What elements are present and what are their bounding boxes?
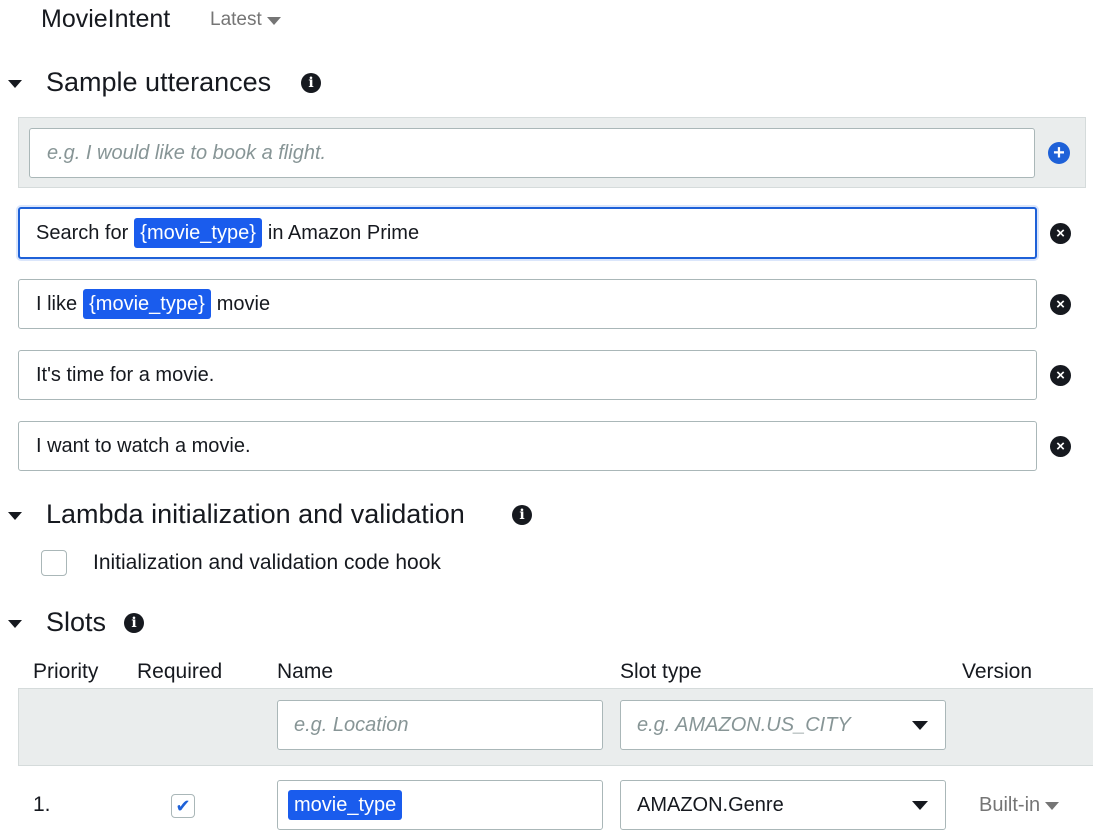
utterance-text: I like xyxy=(36,292,78,315)
collapse-slots-icon[interactable] xyxy=(8,620,22,628)
caret-down-icon xyxy=(912,801,928,810)
utterance-row[interactable]: I want to watch a movie. xyxy=(18,421,1037,471)
utterance-row[interactable]: Search for {movie_type} in Amazon Prime xyxy=(18,207,1037,259)
remove-utterance-icon[interactable]: × xyxy=(1050,365,1071,386)
utterance-text: Search for xyxy=(36,221,129,244)
slot-name-chip: movie_type xyxy=(288,790,403,820)
lambda-title: Lambda initialization and validation xyxy=(46,499,465,529)
version-label: Latest xyxy=(210,9,262,30)
version-dropdown[interactable]: Latest xyxy=(210,8,281,32)
remove-utterance-icon[interactable]: × xyxy=(1050,436,1071,457)
caret-down-icon xyxy=(912,721,928,730)
slot-name-input[interactable]: movie_type xyxy=(277,780,603,830)
slot-required-checkbox[interactable]: ✔ xyxy=(171,794,195,818)
slot-type-select[interactable]: AMAZON.Genre xyxy=(620,780,946,830)
column-header-slot-type: Slot type xyxy=(620,660,702,683)
utterance-row[interactable]: It's time for a movie. xyxy=(18,350,1037,400)
caret-down-icon xyxy=(266,16,281,25)
info-icon[interactable]: i xyxy=(512,505,532,525)
info-icon[interactable]: i xyxy=(124,613,144,633)
remove-utterance-icon[interactable]: × xyxy=(1050,223,1071,244)
intent-name: MovieIntent xyxy=(41,5,171,33)
utterance-text: I want to watch a movie. xyxy=(36,434,251,457)
column-header-required: Required xyxy=(137,660,223,683)
new-utterance-input[interactable]: e.g. I would like to book a flight. xyxy=(29,128,1035,178)
caret-down-icon xyxy=(1045,801,1060,810)
code-hook-label: Initialization and validation code hook xyxy=(93,551,441,574)
new-utterance-placeholder: e.g. I would like to book a flight. xyxy=(47,141,327,164)
slot-priority: 1. xyxy=(33,793,51,816)
code-hook-checkbox[interactable] xyxy=(41,550,67,576)
new-slot-name-placeholder: e.g. Location xyxy=(294,713,409,736)
column-header-priority: Priority xyxy=(33,660,99,683)
slot-version-dropdown[interactable]: Built-in xyxy=(979,793,1060,817)
checkmark-icon: ✔ xyxy=(175,796,191,816)
new-slot-type-select[interactable]: e.g. AMAZON.US_CITY xyxy=(620,700,946,750)
column-header-name: Name xyxy=(277,660,334,683)
utterance-row[interactable]: I like {movie_type} movie xyxy=(18,279,1037,329)
info-icon[interactable]: i xyxy=(301,73,321,93)
utterance-text: It's time for a movie. xyxy=(36,363,215,386)
slot-chip[interactable]: {movie_type} xyxy=(134,218,262,248)
slot-type-value: AMAZON.Genre xyxy=(637,793,784,816)
slots-title: Slots xyxy=(46,607,107,637)
utterance-text: movie xyxy=(216,292,271,315)
column-header-version: Version xyxy=(962,660,1033,683)
new-slot-type-placeholder: e.g. AMAZON.US_CITY xyxy=(637,713,851,736)
add-utterance-icon[interactable]: + xyxy=(1048,142,1070,164)
slot-version-label: Built-in xyxy=(979,794,1041,816)
remove-utterance-icon[interactable]: × xyxy=(1050,294,1071,315)
collapse-lambda-icon[interactable] xyxy=(8,512,22,520)
sample-utterances-title: Sample utterances xyxy=(46,67,272,97)
utterance-text: in Amazon Prime xyxy=(267,221,420,244)
collapse-utterances-icon[interactable] xyxy=(8,80,22,88)
new-slot-name-input[interactable]: e.g. Location xyxy=(277,700,603,750)
slot-chip[interactable]: {movie_type} xyxy=(83,289,211,319)
